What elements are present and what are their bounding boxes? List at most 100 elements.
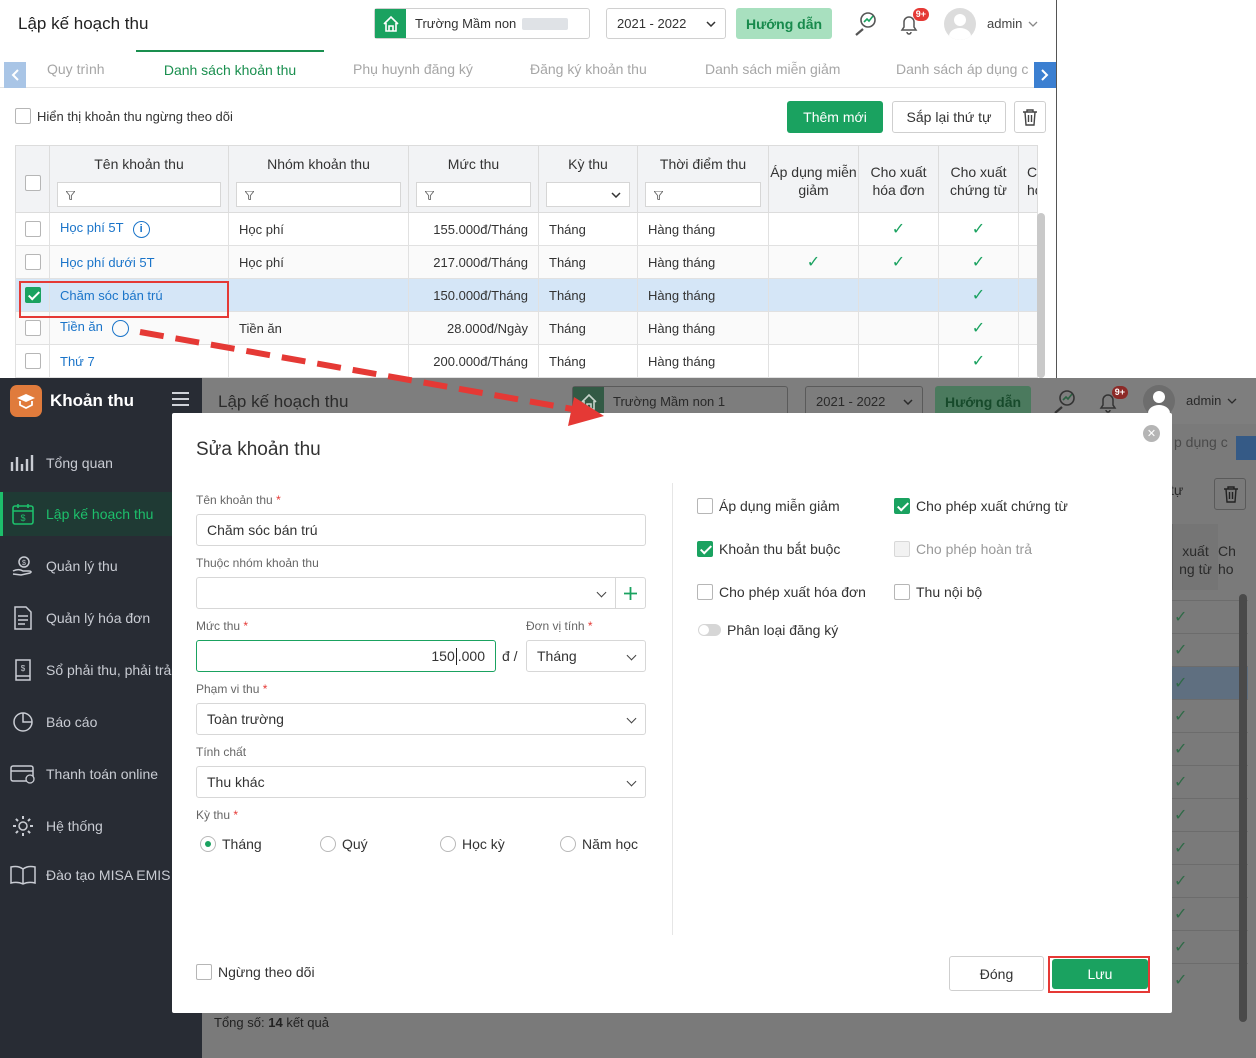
cell-voucher: ✓ bbox=[938, 245, 1019, 279]
period-option-quarter[interactable]: Quý bbox=[320, 836, 368, 852]
option-discount[interactable]: Áp dụng miễn giảm bbox=[697, 498, 840, 514]
cell-group: Học phí bbox=[228, 212, 409, 246]
school-selector[interactable]: Trường Mầm non bbox=[374, 8, 590, 39]
amount-input[interactable]: 150.000 bbox=[196, 640, 496, 672]
period-option-label: Năm học bbox=[582, 836, 639, 852]
delete-button[interactable] bbox=[1014, 101, 1046, 133]
row-checkbox[interactable] bbox=[24, 320, 41, 337]
filter-name-input[interactable] bbox=[57, 182, 221, 207]
checkbox[interactable] bbox=[894, 498, 910, 514]
row-select-cell bbox=[15, 245, 50, 279]
table-scrollbar[interactable] bbox=[1239, 594, 1247, 1022]
amount-label: Mức thu * bbox=[196, 619, 249, 633]
checkbox[interactable] bbox=[697, 584, 713, 600]
col-group-label: Nhóm khoản thu bbox=[267, 156, 370, 172]
unit-select[interactable]: Tháng bbox=[526, 640, 646, 672]
filter-amount-input[interactable] bbox=[416, 182, 531, 207]
table-row[interactable]: Thứ 7 200.000đ/Tháng Tháng Hàng tháng ✓ bbox=[15, 344, 1038, 378]
radio[interactable] bbox=[320, 836, 336, 852]
checkbox[interactable] bbox=[697, 498, 713, 514]
radio[interactable] bbox=[200, 836, 216, 852]
show-stopped-toggle[interactable]: Hiển thị khoản thu ngừng theo dõi bbox=[15, 108, 233, 124]
period-option-year[interactable]: Năm học bbox=[560, 836, 638, 852]
filter-period-select[interactable] bbox=[546, 182, 630, 207]
notification-bell-icon[interactable]: 9+ bbox=[1095, 386, 1128, 415]
checkbox[interactable] bbox=[697, 541, 713, 557]
info-icon[interactable] bbox=[111, 319, 129, 337]
guide-button[interactable]: Hướng dẫn bbox=[736, 8, 832, 39]
cell-name[interactable]: Học phí dưới 5T bbox=[49, 245, 229, 279]
fee-name-link[interactable]: Tiền ăn bbox=[60, 319, 103, 334]
table-row[interactable]: Học phí 5T i Học phí 155.000đ/Tháng Tháng Hàn… bbox=[15, 212, 1038, 246]
tab-parent-registration[interactable]: Phụ huynh đăng ký bbox=[353, 50, 473, 88]
table-scrollbar[interactable] bbox=[1037, 213, 1045, 378]
checkbox[interactable] bbox=[894, 584, 910, 600]
radio[interactable] bbox=[440, 836, 456, 852]
user-menu[interactable]: admin bbox=[1186, 393, 1237, 408]
filter-time-input[interactable] bbox=[645, 182, 761, 207]
option-invoice[interactable]: Cho phép xuất hóa đơn bbox=[697, 584, 866, 600]
fee-name-link[interactable]: Học phí 5T bbox=[60, 220, 124, 235]
checkbox[interactable] bbox=[196, 964, 212, 980]
scope-select[interactable]: Toàn trường bbox=[196, 703, 646, 735]
info-icon[interactable]: i bbox=[132, 220, 150, 238]
search-analytics-icon[interactable] bbox=[853, 10, 879, 36]
scope-value: Toàn trường bbox=[207, 711, 284, 727]
close-button[interactable]: Đóng bbox=[949, 956, 1044, 991]
stop-tracking-option[interactable]: Ngừng theo dõi bbox=[196, 964, 315, 980]
tab-discount-list[interactable]: Danh sách miễn giảm bbox=[705, 50, 840, 88]
toggle-switch[interactable] bbox=[698, 624, 721, 636]
search-analytics-icon[interactable] bbox=[1052, 388, 1078, 414]
filter-group-input[interactable] bbox=[236, 182, 401, 207]
nature-value: Thu khác bbox=[207, 774, 265, 790]
row-checkbox[interactable] bbox=[24, 353, 41, 370]
tab-applied-list[interactable]: Danh sách áp dụng c bbox=[896, 50, 1028, 88]
chevron-down-icon bbox=[611, 192, 621, 198]
add-group-button[interactable] bbox=[615, 577, 646, 609]
period-option-semester[interactable]: Học kỳ bbox=[440, 836, 505, 852]
amount-text: .000 bbox=[457, 648, 485, 664]
fee-name-link[interactable]: Thứ 7 bbox=[60, 354, 95, 369]
reorder-button[interactable]: Sắp lại thứ tự bbox=[892, 101, 1006, 133]
option-voucher[interactable]: Cho phép xuất chứng từ bbox=[894, 498, 1068, 514]
cell-refund bbox=[1018, 344, 1038, 378]
svg-text:$: $ bbox=[22, 560, 26, 567]
cell-time: Hàng tháng bbox=[637, 311, 769, 345]
cell-name[interactable]: Thứ 7 bbox=[49, 344, 229, 378]
tab-scroll-right[interactable] bbox=[1236, 436, 1256, 460]
cell-discount bbox=[768, 278, 859, 312]
cell-name[interactable]: Học phí 5T i bbox=[49, 212, 229, 246]
user-menu[interactable]: admin bbox=[987, 16, 1038, 31]
tab-scroll-right[interactable] bbox=[1034, 62, 1056, 88]
open-book-icon bbox=[0, 865, 46, 885]
year-selector[interactable]: 2021 - 2022 bbox=[606, 8, 726, 39]
radio[interactable] bbox=[560, 836, 576, 852]
delete-button[interactable] bbox=[1214, 478, 1246, 510]
fee-group-select[interactable] bbox=[196, 577, 616, 609]
fee-name-link[interactable]: Học phí dưới 5T bbox=[60, 255, 155, 270]
option-mandatory[interactable]: Khoản thu bắt buộc bbox=[697, 541, 840, 557]
tab-fee-list[interactable]: Danh sách khoản thu bbox=[136, 50, 324, 88]
option-internal[interactable]: Thu nội bộ bbox=[894, 584, 982, 600]
fee-table: Tên khoản thu Nhóm khoản thu Mức thu Kỳ … bbox=[15, 145, 1038, 378]
add-button[interactable]: Thêm mới bbox=[787, 101, 883, 133]
checkbox[interactable] bbox=[15, 108, 31, 124]
bg-check-icon: ✓ bbox=[1170, 765, 1248, 798]
row-checkbox[interactable] bbox=[24, 254, 41, 271]
notification-bell-icon[interactable]: 9+ bbox=[896, 8, 929, 37]
period-option-month[interactable]: Tháng bbox=[200, 836, 262, 852]
tab-scroll-left[interactable] bbox=[4, 62, 26, 88]
menu-hamburger-icon[interactable] bbox=[172, 392, 189, 406]
fee-name-input[interactable]: Chăm sóc bán trú bbox=[196, 514, 646, 546]
nature-select[interactable]: Thu khác bbox=[196, 766, 646, 798]
year-value: 2021 - 2022 bbox=[617, 16, 687, 31]
table-row[interactable]: Học phí dưới 5T Học phí 217.000đ/Tháng Thán… bbox=[15, 245, 1038, 279]
avatar[interactable] bbox=[944, 8, 976, 40]
row-checkbox[interactable] bbox=[24, 221, 41, 238]
check-icon: ✓ bbox=[971, 254, 986, 271]
option-classify[interactable]: Phân loại đăng ký bbox=[698, 622, 838, 638]
close-icon[interactable]: ✕ bbox=[1143, 425, 1160, 442]
tab-fee-registration[interactable]: Đăng ký khoản thu bbox=[530, 50, 647, 88]
tab-process[interactable]: Quy trình bbox=[47, 50, 105, 88]
select-all-checkbox[interactable] bbox=[24, 175, 41, 191]
